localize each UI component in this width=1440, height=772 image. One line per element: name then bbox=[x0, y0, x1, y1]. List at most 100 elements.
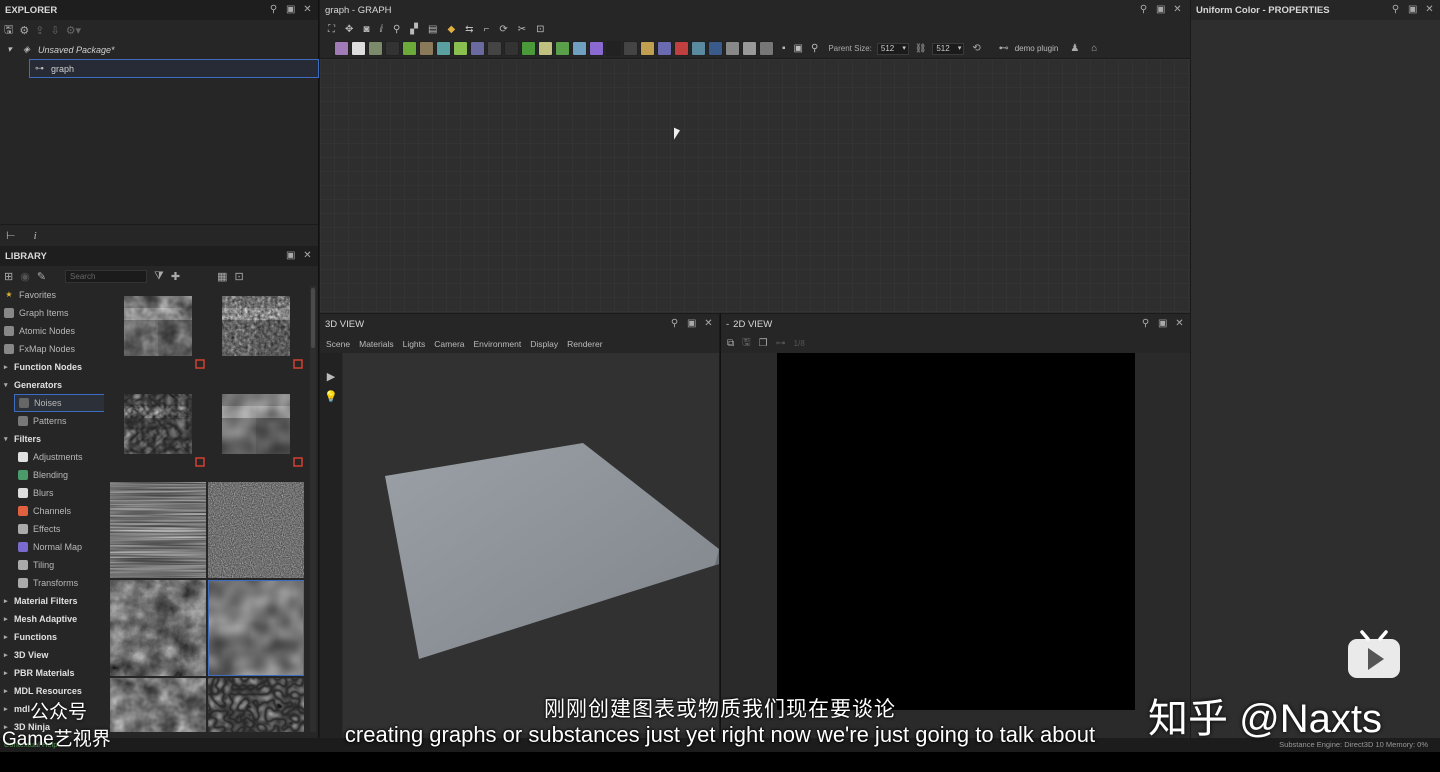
library-item-favorites[interactable]: ★ Favorites bbox=[0, 286, 104, 304]
parent-size-height-select[interactable]: 512 bbox=[932, 42, 965, 55]
float-icon[interactable]: ▣ bbox=[286, 246, 295, 266]
edit-icon[interactable]: ✎ bbox=[37, 270, 46, 283]
parent-size-width-select[interactable]: 512 bbox=[876, 42, 909, 55]
package-row[interactable]: ▾ ◈ Unsaved Package* bbox=[0, 40, 318, 59]
frame-all-icon[interactable]: ⛶ bbox=[328, 24, 335, 35]
hsl-node-icon[interactable] bbox=[419, 41, 434, 56]
close-icon[interactable]: ✕ bbox=[1173, 0, 1182, 20]
menu-lights[interactable]: Lights bbox=[403, 339, 426, 349]
python-icon[interactable]: ◆ bbox=[447, 24, 455, 35]
pan-icon[interactable]: ✥ bbox=[345, 24, 353, 35]
library-item-blurs[interactable]: Blurs bbox=[0, 484, 104, 502]
curve-node-icon[interactable] bbox=[402, 41, 417, 56]
pin-icon[interactable]: ⚲ bbox=[670, 314, 679, 334]
library-item-channels[interactable]: Channels bbox=[0, 502, 104, 520]
pin-icon[interactable]: ⚲ bbox=[1391, 0, 1400, 20]
library-item-function-nodes[interactable]: ▸ Function Nodes bbox=[0, 358, 104, 376]
layout-icon[interactable]: ▞ bbox=[410, 24, 418, 35]
export-icon[interactable]: ⇪ bbox=[35, 24, 44, 37]
pin-add-icon[interactable]: ▣ bbox=[794, 43, 803, 54]
info-icon[interactable]: i bbox=[34, 230, 37, 242]
pin-icon[interactable]: ⚲ bbox=[269, 0, 278, 20]
library-item-adjustments[interactable]: Adjustments bbox=[0, 448, 104, 466]
chevron-right-icon[interactable]: ▸ bbox=[4, 597, 14, 605]
chevron-right-icon[interactable]: ▸ bbox=[4, 669, 14, 677]
library-item-atomic-nodes[interactable]: Atomic Nodes bbox=[0, 322, 104, 340]
normal-node-icon[interactable] bbox=[572, 41, 587, 56]
pin-icon[interactable]: ⚲ bbox=[1141, 314, 1150, 334]
menu-scene[interactable]: Scene bbox=[326, 339, 350, 349]
chevron-right-icon[interactable]: ▸ bbox=[4, 633, 14, 641]
chevron-right-icon[interactable]: ▸ bbox=[4, 615, 14, 623]
hierarchy-icon[interactable]: ⌂ bbox=[1091, 43, 1097, 54]
reset-icon[interactable]: ⟲ bbox=[972, 43, 980, 54]
menu-display[interactable]: Display bbox=[530, 339, 558, 349]
distance-node-icon[interactable] bbox=[555, 41, 570, 56]
noise-thumbnail-cube-1[interactable] bbox=[110, 286, 206, 382]
pin-node-icon[interactable] bbox=[742, 41, 757, 56]
camera-icon[interactable]: ▶ bbox=[320, 367, 342, 387]
cycle-icon[interactable]: ⟳ bbox=[499, 24, 507, 35]
library-item-tiling[interactable]: Tiling bbox=[0, 556, 104, 574]
transform-node-icon[interactable] bbox=[436, 41, 451, 56]
float-icon[interactable]: ▣ bbox=[286, 0, 295, 20]
library-item-filters[interactable]: ▾ Filters bbox=[0, 430, 104, 448]
grid-view-icon[interactable]: ▦ bbox=[217, 270, 227, 283]
tree-view-icon[interactable]: ⊢ bbox=[6, 229, 16, 242]
noise-thumbnail-7[interactable] bbox=[110, 580, 206, 676]
levels-node-icon[interactable] bbox=[521, 41, 536, 56]
2d-viewport[interactable] bbox=[777, 353, 1135, 710]
float-icon[interactable]: ▣ bbox=[687, 314, 696, 334]
library-item-transforms[interactable]: Transforms bbox=[0, 574, 104, 592]
library-item-normal-map[interactable]: Normal Map bbox=[0, 538, 104, 556]
bitmap-node-icon[interactable] bbox=[334, 41, 349, 56]
noise-thumbnail-8[interactable] bbox=[208, 580, 304, 676]
publish-icon[interactable]: ⚙ bbox=[19, 24, 29, 37]
library-item-effects[interactable]: Effects bbox=[0, 520, 104, 538]
search-icon[interactable]: ⚲ bbox=[393, 24, 400, 35]
noise-thumbnail-6[interactable] bbox=[208, 482, 304, 578]
pin-icon[interactable]: ⚲ bbox=[1139, 0, 1148, 20]
library-item-generators[interactable]: ▾ Generators bbox=[0, 376, 104, 394]
import-icon[interactable]: ⇩ bbox=[50, 24, 59, 37]
expand-icon[interactable]: ⊡ bbox=[234, 270, 243, 283]
library-item-fxmap-nodes[interactable]: FxMap Nodes bbox=[0, 340, 104, 358]
settings-icon[interactable]: ⚙▾ bbox=[66, 24, 81, 37]
link-icon[interactable]: ⛓ bbox=[915, 43, 926, 54]
refresh-icon[interactable]: ◉ bbox=[20, 270, 30, 283]
chevron-down-icon[interactable]: ▾ bbox=[4, 381, 14, 389]
pointer-icon[interactable]: ⚲ bbox=[811, 43, 818, 54]
library-item-material-filters[interactable]: ▸ Material Filters bbox=[0, 592, 104, 610]
ao-node-icon[interactable] bbox=[589, 41, 604, 56]
library-item-noises[interactable]: Noises bbox=[14, 394, 104, 412]
3d-viewport[interactable] bbox=[343, 353, 719, 733]
frame-node-icon[interactable] bbox=[725, 41, 740, 56]
close-icon[interactable]: ✕ bbox=[1425, 0, 1434, 20]
filter-icon[interactable]: ⧩ bbox=[154, 270, 164, 283]
chevron-right-icon[interactable]: ▸ bbox=[4, 363, 14, 371]
library-search-input[interactable]: Search bbox=[65, 269, 148, 283]
chevron-down-icon[interactable]: ▾ bbox=[4, 44, 15, 55]
uniform-color-node-icon[interactable] bbox=[351, 41, 366, 56]
svg-node-icon[interactable] bbox=[674, 41, 689, 56]
menu-materials[interactable]: Materials bbox=[359, 339, 393, 349]
library-item-functions[interactable]: ▸ Functions bbox=[0, 628, 104, 646]
library-item-3d-view[interactable]: ▸ 3D View bbox=[0, 646, 104, 664]
chevron-right-icon[interactable]: ▸ bbox=[4, 651, 14, 659]
comment-icon[interactable]: ▪ bbox=[782, 43, 786, 54]
library-item-pbr-materials[interactable]: ▸ PBR Materials bbox=[0, 664, 104, 682]
screenshot-icon[interactable]: ◙ bbox=[363, 24, 369, 35]
text-node-icon[interactable] bbox=[657, 41, 672, 56]
menu-renderer[interactable]: Renderer bbox=[567, 339, 602, 349]
graph-row[interactable]: ⊶ graph bbox=[29, 59, 319, 78]
channels-icon[interactable]: ⊶ bbox=[776, 338, 786, 349]
blur-node-icon[interactable] bbox=[470, 41, 485, 56]
library-scrollbar[interactable] bbox=[310, 286, 316, 732]
demo-plugin-label[interactable]: demo plugin bbox=[1015, 44, 1059, 53]
input-node-icon[interactable] bbox=[691, 41, 706, 56]
noise-thumbnail-5[interactable] bbox=[110, 482, 206, 578]
light-bulb-icon[interactable]: 💡 bbox=[320, 387, 342, 407]
noise-thumbnail-cube-4[interactable] bbox=[208, 384, 304, 480]
plugin-icon[interactable]: ⊷ bbox=[999, 43, 1009, 54]
save-image-icon[interactable]: 🖫 bbox=[742, 335, 751, 352]
